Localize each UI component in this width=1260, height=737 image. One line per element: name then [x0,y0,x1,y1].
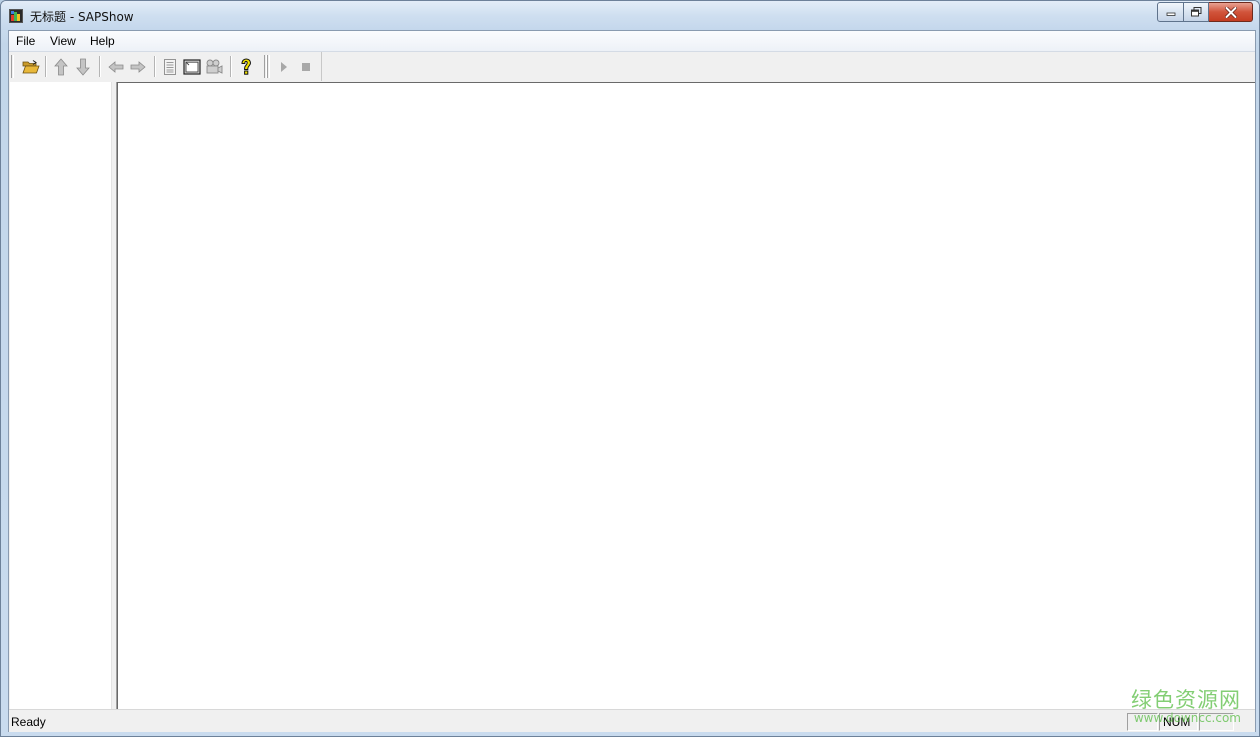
fullscreen-button[interactable] [181,56,203,78]
close-icon [1224,6,1237,18]
client-area: File View Help Ready NUM [8,30,1256,732]
toolbar-grip[interactable] [11,55,14,78]
play-button[interactable] [273,56,295,78]
menu-file[interactable]: File [15,34,36,48]
tree-pane[interactable] [10,82,112,709]
next-button[interactable] [127,56,149,78]
close-button[interactable] [1209,2,1253,22]
document-icon [164,59,176,75]
main-panes [9,82,1255,710]
help-button[interactable] [235,56,257,78]
title-bar[interactable]: 无标题 - SAPShow [1,1,1259,30]
minimize-button[interactable] [1157,2,1184,22]
menu-bar: File View Help [9,31,1255,52]
caption-buttons [1157,2,1253,22]
app-icon[interactable] [9,9,23,23]
app-window: 无标题 - SAPShow File View Help Ready NUM 绿… [0,0,1260,737]
toolbar-separator [99,56,101,77]
minimize-icon [1166,12,1175,16]
capture-button[interactable] [203,56,225,78]
stop-icon [302,63,310,71]
properties-button[interactable] [159,56,181,78]
view-pane[interactable] [117,82,1255,710]
window-title: 无标题 - SAPShow [30,10,134,24]
play-icon [281,62,287,72]
menu-help[interactable]: Help [89,34,116,48]
status-panel-num: NUM [1159,713,1198,731]
status-bar: Ready NUM [9,709,1255,732]
status-text: Ready [11,715,46,729]
toolbar-separator [230,56,232,77]
arrow-down-icon [76,58,90,76]
move-down-button[interactable] [72,56,94,78]
toolbar-grip[interactable] [267,55,270,78]
maximize-icon [1190,7,1201,17]
arrow-left-icon [108,61,124,73]
toolbar [9,52,322,81]
status-panel-scroll [1199,713,1234,731]
menu-view[interactable]: View [49,34,77,48]
previous-button[interactable] [105,56,127,78]
maximize-button[interactable] [1184,2,1209,22]
camera-icon [206,59,223,74]
toolbar-separator [154,56,156,77]
status-panel-caps [1127,713,1158,731]
arrow-up-icon [54,58,68,76]
help-icon [241,58,252,75]
move-up-button[interactable] [50,56,72,78]
fullscreen-icon [183,59,201,75]
arrow-right-icon [130,61,146,73]
open-folder-icon [22,60,40,74]
stop-button[interactable] [295,56,317,78]
toolbar-separator [45,56,47,77]
open-button[interactable] [20,56,42,78]
